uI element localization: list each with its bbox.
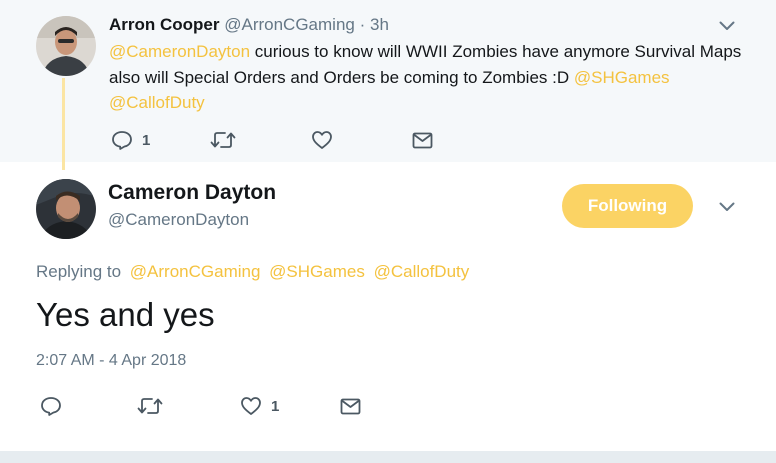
author-name[interactable]: Cameron Dayton — [108, 181, 276, 205]
retweet-button[interactable] — [137, 397, 172, 415]
like-icon — [241, 397, 261, 415]
tweet-text: Yes and yes — [36, 296, 215, 333]
replying-to-line: Replying to @ArronCGaming @SHGames @Call… — [36, 262, 469, 282]
parent-tweet-text: @CameronDayton curious to know will WWII… — [109, 39, 749, 116]
replying-to-mention[interactable]: @ArronCGaming — [130, 262, 261, 281]
reply-icon — [112, 131, 132, 150]
following-button[interactable]: Following — [562, 184, 693, 228]
avatar[interactable] — [36, 16, 96, 76]
retweet-icon — [137, 398, 163, 414]
replying-to-mention[interactable]: @SHGames — [269, 262, 365, 281]
replying-to-label: Replying to — [36, 262, 122, 281]
author-name[interactable]: Arron Cooper — [109, 15, 220, 34]
chevron-down-icon[interactable] — [719, 202, 735, 212]
like-count: 1 — [271, 397, 280, 415]
chevron-down-icon[interactable] — [719, 21, 735, 31]
mention-link[interactable]: @CallofDuty — [109, 93, 205, 112]
dm-icon — [412, 132, 433, 149]
retweet-icon — [210, 132, 236, 148]
reply-icon — [41, 397, 61, 416]
reply-button[interactable]: 1 — [111, 130, 150, 150]
bottom-divider — [0, 451, 776, 463]
parent-tweet-header: Arron Cooper @ArronCGaming · 3h — [109, 15, 389, 35]
replying-to-mention[interactable]: @CallofDuty — [374, 262, 470, 281]
direct-message-button[interactable] — [340, 398, 361, 415]
author-handle[interactable]: @ArronCGaming — [224, 15, 355, 34]
thread-connector-line — [62, 78, 65, 170]
retweet-button[interactable] — [210, 131, 245, 149]
tweet-time[interactable]: 3h — [370, 15, 389, 34]
mention-link[interactable]: @CameronDayton — [109, 42, 250, 61]
like-button[interactable] — [311, 130, 342, 150]
like-icon — [312, 131, 332, 149]
author-handle[interactable]: @CameronDayton — [108, 210, 249, 230]
tweet-timestamp[interactable]: 2:07 AM - 4 Apr 2018 — [36, 352, 186, 370]
dm-icon — [340, 398, 361, 415]
separator-dot: · — [359, 15, 366, 34]
mention-link[interactable]: @SHGames — [574, 68, 670, 87]
direct-message-button[interactable] — [412, 132, 433, 149]
avatar[interactable] — [36, 179, 96, 239]
like-button[interactable]: 1 — [240, 396, 279, 416]
reply-count: 1 — [142, 131, 151, 149]
reply-button[interactable] — [40, 396, 71, 416]
